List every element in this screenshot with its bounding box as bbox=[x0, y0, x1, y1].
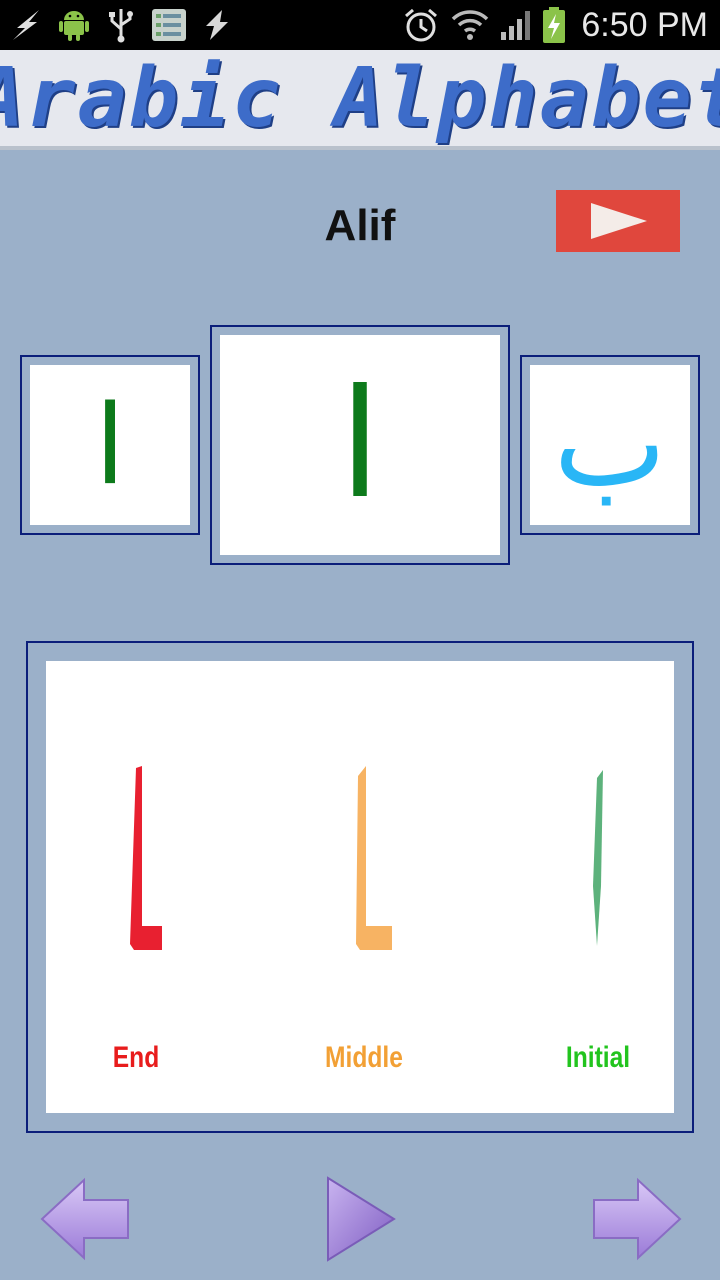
play-sequence-button[interactable] bbox=[322, 1174, 398, 1264]
current-letter-glyph: ا bbox=[339, 358, 381, 532]
title-banner: Arabic Alphabet bbox=[0, 50, 720, 150]
next-letter-button[interactable] bbox=[588, 1174, 684, 1264]
bottom-navigation bbox=[0, 1162, 720, 1280]
end-label: End bbox=[112, 1041, 160, 1074]
initial-form-glyph bbox=[518, 761, 678, 961]
next-letter-glyph: ب bbox=[553, 375, 667, 514]
arrow-left-icon bbox=[40, 1177, 129, 1261]
play-audio-button[interactable] bbox=[556, 190, 680, 252]
previous-letter-glyph: ا bbox=[94, 381, 126, 509]
current-letter-card: ا bbox=[210, 325, 510, 565]
arrow-right-icon bbox=[593, 1177, 682, 1261]
alarm-icon bbox=[402, 6, 440, 44]
form-initial: Initial bbox=[518, 661, 678, 1113]
letter-forms-card: End Middle Initial bbox=[26, 641, 694, 1133]
end-form-glyph bbox=[56, 761, 216, 961]
previous-letter-panel: ا bbox=[30, 365, 190, 525]
middle-label: Middle bbox=[325, 1041, 403, 1074]
play-icon bbox=[591, 203, 647, 239]
battery-charging-icon bbox=[540, 6, 568, 44]
signal-icon bbox=[498, 6, 536, 44]
android-icon bbox=[56, 6, 92, 44]
sync-icon bbox=[198, 6, 236, 44]
current-letter-panel: ا bbox=[220, 335, 500, 555]
next-letter-card[interactable]: ب bbox=[520, 355, 700, 535]
wifi-icon bbox=[450, 6, 490, 44]
form-end: End bbox=[56, 661, 216, 1113]
settings-list-icon bbox=[150, 6, 188, 44]
clock-time: 6:50 PM bbox=[581, 6, 708, 44]
form-middle: Middle bbox=[284, 661, 444, 1113]
letter-forms-panel: End Middle Initial bbox=[46, 661, 674, 1113]
middle-form-glyph bbox=[284, 761, 444, 961]
previous-letter-card[interactable]: ا bbox=[20, 355, 200, 535]
letter-name: Alif bbox=[324, 201, 396, 250]
initial-label: Initial bbox=[565, 1041, 631, 1074]
play-triangle-icon bbox=[327, 1176, 396, 1262]
previous-letter-button[interactable] bbox=[38, 1174, 134, 1264]
app-title: Arabic Alphabet bbox=[0, 50, 720, 146]
status-bar: 6:50 PM bbox=[0, 0, 720, 50]
flash-icon bbox=[8, 6, 44, 44]
usb-icon bbox=[104, 6, 138, 44]
next-letter-panel: ب bbox=[530, 365, 690, 525]
